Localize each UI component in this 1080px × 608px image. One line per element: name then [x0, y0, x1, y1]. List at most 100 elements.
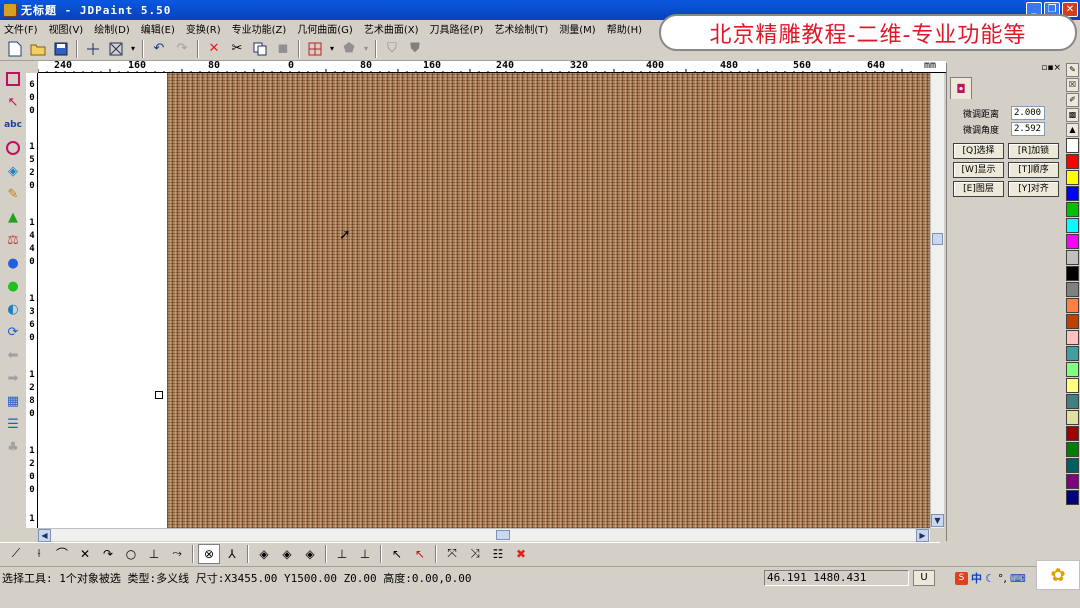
zoom-fit-icon[interactable] — [105, 38, 127, 59]
distance-field[interactable]: 2.000 — [1011, 106, 1045, 120]
base-lock-icon[interactable]: ⊥ — [354, 544, 376, 564]
shape-dropdown-icon[interactable]: ▾ — [361, 38, 371, 59]
menu-file[interactable]: 文件(F) — [4, 21, 38, 36]
pick-red-icon[interactable]: ↖ — [409, 544, 431, 564]
pattern-icon[interactable]: ▩ — [1066, 108, 1079, 122]
ime-moon-icon[interactable]: ☾ — [985, 572, 995, 585]
new-file-icon[interactable] — [4, 38, 26, 59]
bulb-blue-icon[interactable]: ● — [2, 253, 24, 273]
ime-punct-icon[interactable]: °, — [998, 572, 1007, 585]
color-swatch[interactable] — [1066, 490, 1079, 505]
delete-icon[interactable]: ✕ — [203, 38, 225, 59]
horizontal-scroll-thumb[interactable] — [496, 530, 510, 540]
zoom-dropdown-icon[interactable]: ▾ — [128, 38, 138, 59]
angle-snap-icon[interactable]: ⅄ — [221, 544, 243, 564]
color-swatch[interactable] — [1066, 234, 1079, 249]
line-snap-icon[interactable]: ⟋ — [5, 544, 27, 564]
color-swatch[interactable] — [1066, 154, 1079, 169]
color-swatch[interactable] — [1066, 474, 1079, 489]
tangent-snap-icon[interactable]: ⤳ — [166, 544, 188, 564]
menu-transform[interactable]: 变换(R) — [186, 21, 221, 36]
color-swatch[interactable] — [1066, 298, 1079, 313]
menu-toolpath[interactable]: 刀具路径(P) — [430, 21, 484, 36]
curve-snap-icon[interactable]: ↷ — [97, 544, 119, 564]
node-edit-icon[interactable]: ↖ — [2, 92, 24, 112]
shape-icon[interactable]: ⬟ — [338, 38, 360, 59]
grid-dropdown-icon[interactable]: ▾ — [327, 38, 337, 59]
select-button[interactable]: [Q]选择 — [953, 143, 1004, 159]
order-button[interactable]: [T]顺序 — [1008, 162, 1059, 178]
stamp-tool-icon[interactable]: ▲ — [2, 207, 24, 227]
color-swatch[interactable] — [1066, 202, 1079, 217]
color-swatch[interactable] — [1066, 250, 1079, 265]
menu-draw[interactable]: 绘制(D) — [94, 21, 130, 36]
measure-tool-icon[interactable]: ⚖ — [2, 230, 24, 250]
color-swatch[interactable] — [1066, 394, 1079, 409]
unit-mode-button[interactable]: U — [913, 570, 935, 586]
brush-icon[interactable]: ✐ — [1066, 93, 1079, 107]
diamond-snap-3-icon[interactable]: ◈ — [299, 544, 321, 564]
palette-scroll-up-icon[interactable]: ▲ — [1066, 123, 1079, 137]
menu-art-surface[interactable]: 艺术曲面(X) — [364, 21, 419, 36]
circle-tool-icon[interactable] — [2, 138, 24, 158]
arrow-left-icon[interactable]: ⬅ — [2, 345, 24, 365]
color-swatch[interactable] — [1066, 426, 1079, 441]
menu-measure[interactable]: 测量(M) — [559, 21, 595, 36]
color-swatch[interactable] — [1066, 346, 1079, 361]
cancel-icon[interactable]: ✖ — [510, 544, 532, 564]
select-tab-icon[interactable]: ◘ — [950, 77, 972, 99]
ime-logo-icon[interactable]: S — [955, 571, 968, 585]
undo-icon[interactable]: ↶ — [148, 38, 170, 59]
paste-icon[interactable]: ◼ — [272, 38, 294, 59]
text-tool-icon[interactable]: abc — [2, 115, 24, 135]
color-swatch[interactable] — [1066, 186, 1079, 201]
center-snap-icon[interactable]: ⊗ — [198, 543, 220, 564]
menu-help[interactable]: 帮助(H) — [607, 21, 642, 36]
color-swatch[interactable] — [1066, 330, 1079, 345]
menu-geometry-surface[interactable]: 几何曲面(G) — [297, 21, 353, 36]
menu-edit[interactable]: 编辑(E) — [141, 21, 175, 36]
no-color-icon[interactable]: ☒ — [1066, 78, 1079, 92]
align-button[interactable]: [Y]对齐 — [1008, 181, 1059, 197]
endpoint-snap-icon[interactable]: ⟊ — [28, 544, 50, 564]
color-swatch[interactable] — [1066, 442, 1079, 457]
color-swatch[interactable] — [1066, 378, 1079, 393]
vertical-scroll-thumb[interactable] — [932, 233, 943, 245]
color-swatch[interactable] — [1066, 138, 1079, 153]
layer-button[interactable]: [E]图层 — [953, 181, 1004, 197]
tree-tool-icon[interactable]: ♣ — [2, 437, 24, 457]
color-swatch[interactable] — [1066, 218, 1079, 233]
redo-icon[interactable]: ↷ — [171, 38, 193, 59]
vertical-scrollbar[interactable]: ▼ — [930, 73, 944, 528]
scroll-left-icon[interactable]: ◀ — [38, 529, 51, 542]
color-swatch[interactable] — [1066, 170, 1079, 185]
lines-tool-icon[interactable]: ☰ — [2, 414, 24, 434]
drawing-canvas[interactable]: ➚ — [38, 73, 930, 528]
arrow-right-icon[interactable]: ➡ — [2, 368, 24, 388]
ime-chinese-mode[interactable]: 中 — [971, 570, 982, 586]
lock-button[interactable]: [R]加锁 — [1008, 143, 1059, 159]
scroll-down-icon[interactable]: ▼ — [931, 514, 944, 527]
bulb-mixed-icon[interactable]: ◐ — [2, 299, 24, 319]
layers-tool-icon[interactable]: ▦ — [2, 391, 24, 411]
pen-tool-icon[interactable]: ✎ — [2, 184, 24, 204]
crosshair-icon[interactable] — [82, 38, 104, 59]
selection-handle[interactable] — [155, 391, 163, 399]
menu-view[interactable]: 视图(V) — [49, 21, 84, 36]
select-tool-icon[interactable] — [2, 69, 24, 89]
list-tool-icon[interactable]: ☷ — [487, 544, 509, 564]
horizontal-scrollbar[interactable]: ◀ ▶ — [38, 528, 930, 542]
ime-keyboard-icon[interactable]: ⌨ — [1010, 572, 1026, 585]
base-snap-icon[interactable]: ⊥ — [331, 544, 353, 564]
panel-close-icon[interactable]: ▫▪× — [1041, 63, 1061, 73]
menu-professional[interactable]: 专业功能(Z) — [232, 21, 287, 36]
circle-snap-icon[interactable]: ○ — [120, 544, 142, 564]
color-swatch[interactable] — [1066, 362, 1079, 377]
arc-snap-icon[interactable]: ⌒ — [51, 544, 73, 564]
axis-tool-icon[interactable]: ⤧ — [441, 544, 463, 564]
color-swatch[interactable] — [1066, 458, 1079, 473]
intersect-snap-icon[interactable]: ✕ — [74, 544, 96, 564]
color-swatch[interactable] — [1066, 314, 1079, 329]
open-folder-icon[interactable] — [27, 38, 49, 59]
show-button[interactable]: [W]显示 — [953, 162, 1004, 178]
